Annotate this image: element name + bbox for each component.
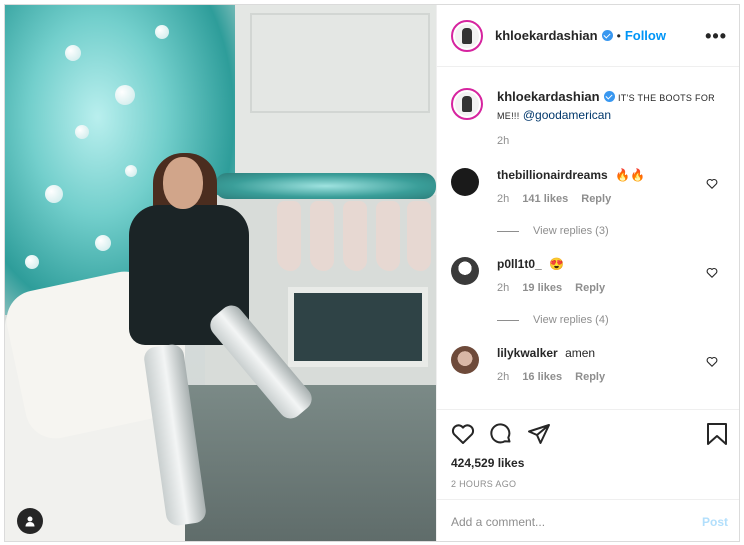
list-item: lilykwalker amen 2h 16 likes Reply	[437, 346, 739, 383]
comment-text: 😍	[549, 257, 564, 271]
separator: •	[616, 28, 621, 43]
heart-icon[interactable]	[706, 356, 718, 367]
comment-text: amen	[565, 346, 596, 360]
verified-badge-icon	[603, 91, 615, 102]
add-comment-bar: Post	[437, 499, 739, 541]
comment-username[interactable]: lilykwalker	[497, 346, 558, 360]
avatar[interactable]	[451, 257, 479, 285]
avatar[interactable]	[451, 168, 479, 196]
avatar[interactable]	[451, 88, 483, 120]
heart-icon[interactable]	[706, 178, 718, 189]
post-timestamp: 2 HOURS AGO	[451, 479, 517, 489]
view-replies-button[interactable]: View replies (3)	[497, 225, 739, 237]
post-photo[interactable]	[5, 5, 436, 541]
comment-icon[interactable]	[489, 422, 513, 446]
comment-time: 2h	[497, 371, 510, 383]
bookmark-icon[interactable]	[706, 422, 728, 446]
reply-button[interactable]: Reply	[575, 371, 605, 383]
post-modal: khloekardashian • Follow ••• khloekardas…	[4, 4, 740, 542]
verified-badge-icon	[601, 30, 613, 41]
mention-link[interactable]: @goodamerican	[523, 108, 611, 122]
view-replies-button[interactable]: View replies (4)	[497, 314, 739, 326]
reply-button[interactable]: Reply	[581, 193, 611, 205]
caption-username[interactable]: khloekardashian	[497, 89, 600, 104]
likes-count[interactable]: 424,529 likes	[451, 456, 728, 470]
caption: khloekardashian IT'S THE BOOTS FOR ME!!!…	[437, 68, 739, 150]
follow-button[interactable]: Follow	[625, 28, 666, 43]
comment-likes[interactable]: 16 likes	[522, 371, 562, 383]
avatar[interactable]	[451, 346, 479, 374]
comment-likes[interactable]: 19 likes	[522, 282, 562, 294]
post-username[interactable]: khloekardashian	[495, 28, 598, 43]
fireplace	[288, 287, 428, 367]
garland	[215, 173, 436, 199]
comment-username[interactable]: thebillionairdreams	[497, 168, 608, 182]
list-item: p0ll1t0_ 😍 2h 19 likes Reply	[437, 257, 739, 294]
comment-time: 2h	[497, 282, 510, 294]
actions-bar: 424,529 likes 2 HOURS AGO	[437, 409, 739, 489]
post-sidebar: khloekardashian • Follow ••• khloekardas…	[436, 5, 739, 541]
comment-username[interactable]: p0ll1t0_	[497, 257, 542, 271]
heart-icon[interactable]	[706, 267, 718, 278]
comment-likes[interactable]: 141 likes	[522, 193, 568, 205]
share-icon[interactable]	[527, 422, 551, 446]
reply-button[interactable]: Reply	[575, 282, 605, 294]
avatar[interactable]	[451, 19, 483, 52]
comment-input[interactable]	[451, 514, 702, 529]
more-options-icon[interactable]: •••	[705, 27, 727, 45]
comments-list[interactable]: khloekardashian IT'S THE BOOTS FOR ME!!!…	[437, 68, 739, 408]
list-item: thebillionairdreams 🔥🔥 2h 141 likes Repl…	[437, 168, 739, 205]
comment-text: 🔥🔥	[615, 168, 645, 182]
heart-icon[interactable]	[451, 423, 475, 445]
comment-time: 2h	[497, 193, 510, 205]
user-tag-icon[interactable]	[17, 508, 43, 534]
post-header: khloekardashian • Follow •••	[437, 5, 739, 67]
post-button[interactable]: Post	[702, 515, 728, 529]
caption-time: 2h	[497, 135, 510, 147]
